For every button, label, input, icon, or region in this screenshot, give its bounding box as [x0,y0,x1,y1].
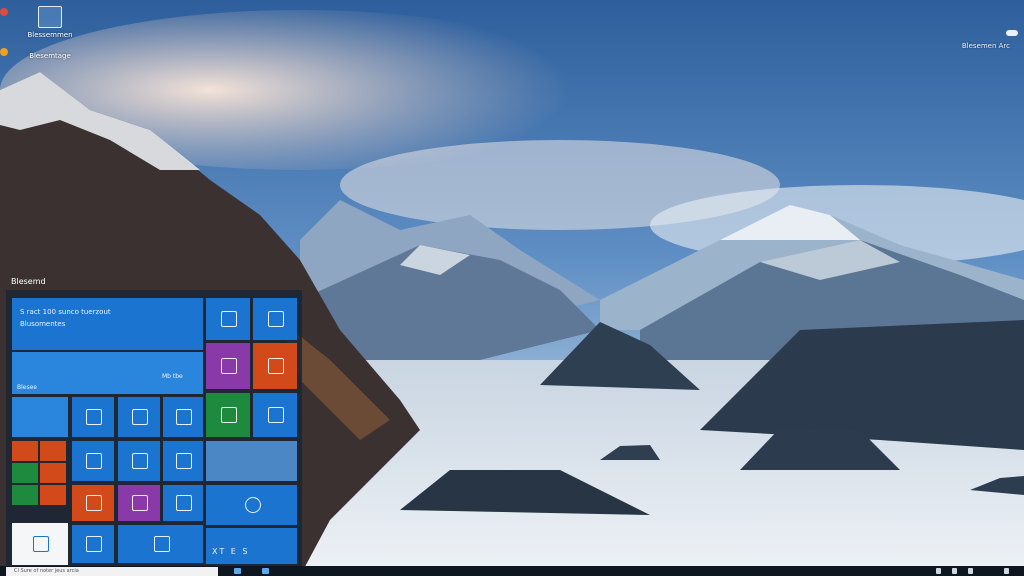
tile-small-red-2[interactable] [40,441,66,461]
tile-maps[interactable] [118,441,160,481]
start-menu: S ract 100 sunco tuerzout Blusomentes Mb… [6,290,302,568]
tile-text: S ract 100 sunco tuerzout [20,308,111,316]
tile-footer: Blesee [17,384,37,391]
tile-image[interactable] [206,343,250,389]
tile-photos[interactable] [253,298,297,340]
tile-text: Mb tbe [162,373,183,380]
search-input[interactable]: Cl Sure of noter jeus arcia [6,567,218,576]
tile-apps[interactable] [72,525,114,563]
tile-device[interactable] [163,485,203,521]
tile-settings[interactable] [163,397,203,437]
folder-icon [33,536,49,552]
tile-edge[interactable] [206,485,297,525]
office-icon [268,358,284,374]
powerpoint-icon [86,495,102,511]
tile-small-green-2[interactable] [12,485,38,505]
live-tile-large[interactable]: S ract 100 sunco tuerzout Blusomentes [12,298,203,350]
notification-icon[interactable] [1004,568,1009,574]
gear-icon [176,409,192,425]
desktop-icon-label: Blessemmen [27,31,73,39]
mail-icon [86,409,102,425]
tile-store[interactable] [206,298,250,340]
tile-skype[interactable] [118,525,203,563]
tile-people[interactable] [72,441,114,481]
edge-taskbar-icon[interactable] [262,568,269,574]
camera-icon [176,453,192,469]
onedrive-cloud-icon[interactable] [1006,30,1018,36]
tile-camera[interactable] [163,441,203,481]
tile-office[interactable] [253,343,297,389]
edge-app-icon-2[interactable] [0,48,8,56]
start-menu-header: Blesemd [11,277,46,286]
recycle-bin-icon [38,6,62,28]
skype-icon [153,536,170,552]
tile-wide-photo[interactable] [206,441,297,481]
tile-calendar[interactable] [118,397,160,437]
live-tile-wide[interactable]: Mb tbe Blesee [12,352,203,394]
tile-onenote[interactable] [118,485,160,521]
volume-icon[interactable] [952,568,957,574]
tile-text: Blusomentes [20,320,66,328]
battery-icon[interactable] [968,568,973,574]
tile-bottom-wide[interactable]: XT E S [206,528,297,564]
tile-small-red-4[interactable] [40,485,66,505]
calendar-icon [132,409,148,425]
image-icon [221,358,237,374]
tile-small-red[interactable] [12,441,38,461]
tile-weather[interactable] [12,397,68,437]
tile-small-green[interactable] [12,463,38,483]
taskview-icon[interactable] [234,568,241,574]
desktop-icon-shortcut[interactable]: Blesemtage [22,52,78,60]
maps-icon [132,453,148,469]
store-icon [221,311,237,327]
tile-xbox[interactable] [206,393,250,437]
compass-icon [244,497,261,513]
tile-small-red-3[interactable] [40,463,66,483]
network-icon[interactable] [936,568,941,574]
device-icon [176,495,192,511]
edge-app-icon[interactable] [0,8,8,16]
xbox-icon [221,407,237,423]
onenote-icon [132,495,148,511]
photos-icon [268,311,284,327]
news-icon [268,407,284,423]
tile-news[interactable] [253,393,297,437]
people-icon [86,453,102,469]
top-right-label: Blesemen Arc [961,42,1010,50]
tile-text: XT E S [212,547,250,556]
desktop-icon-label: Blesemtage [29,52,71,60]
tile-powerpoint[interactable] [72,485,114,521]
desktop-icon-recycle-bin[interactable]: Blessemmen [22,6,78,39]
apps-icon [86,536,102,552]
tile-mail[interactable] [72,397,114,437]
tile-file-explorer[interactable] [12,523,68,565]
